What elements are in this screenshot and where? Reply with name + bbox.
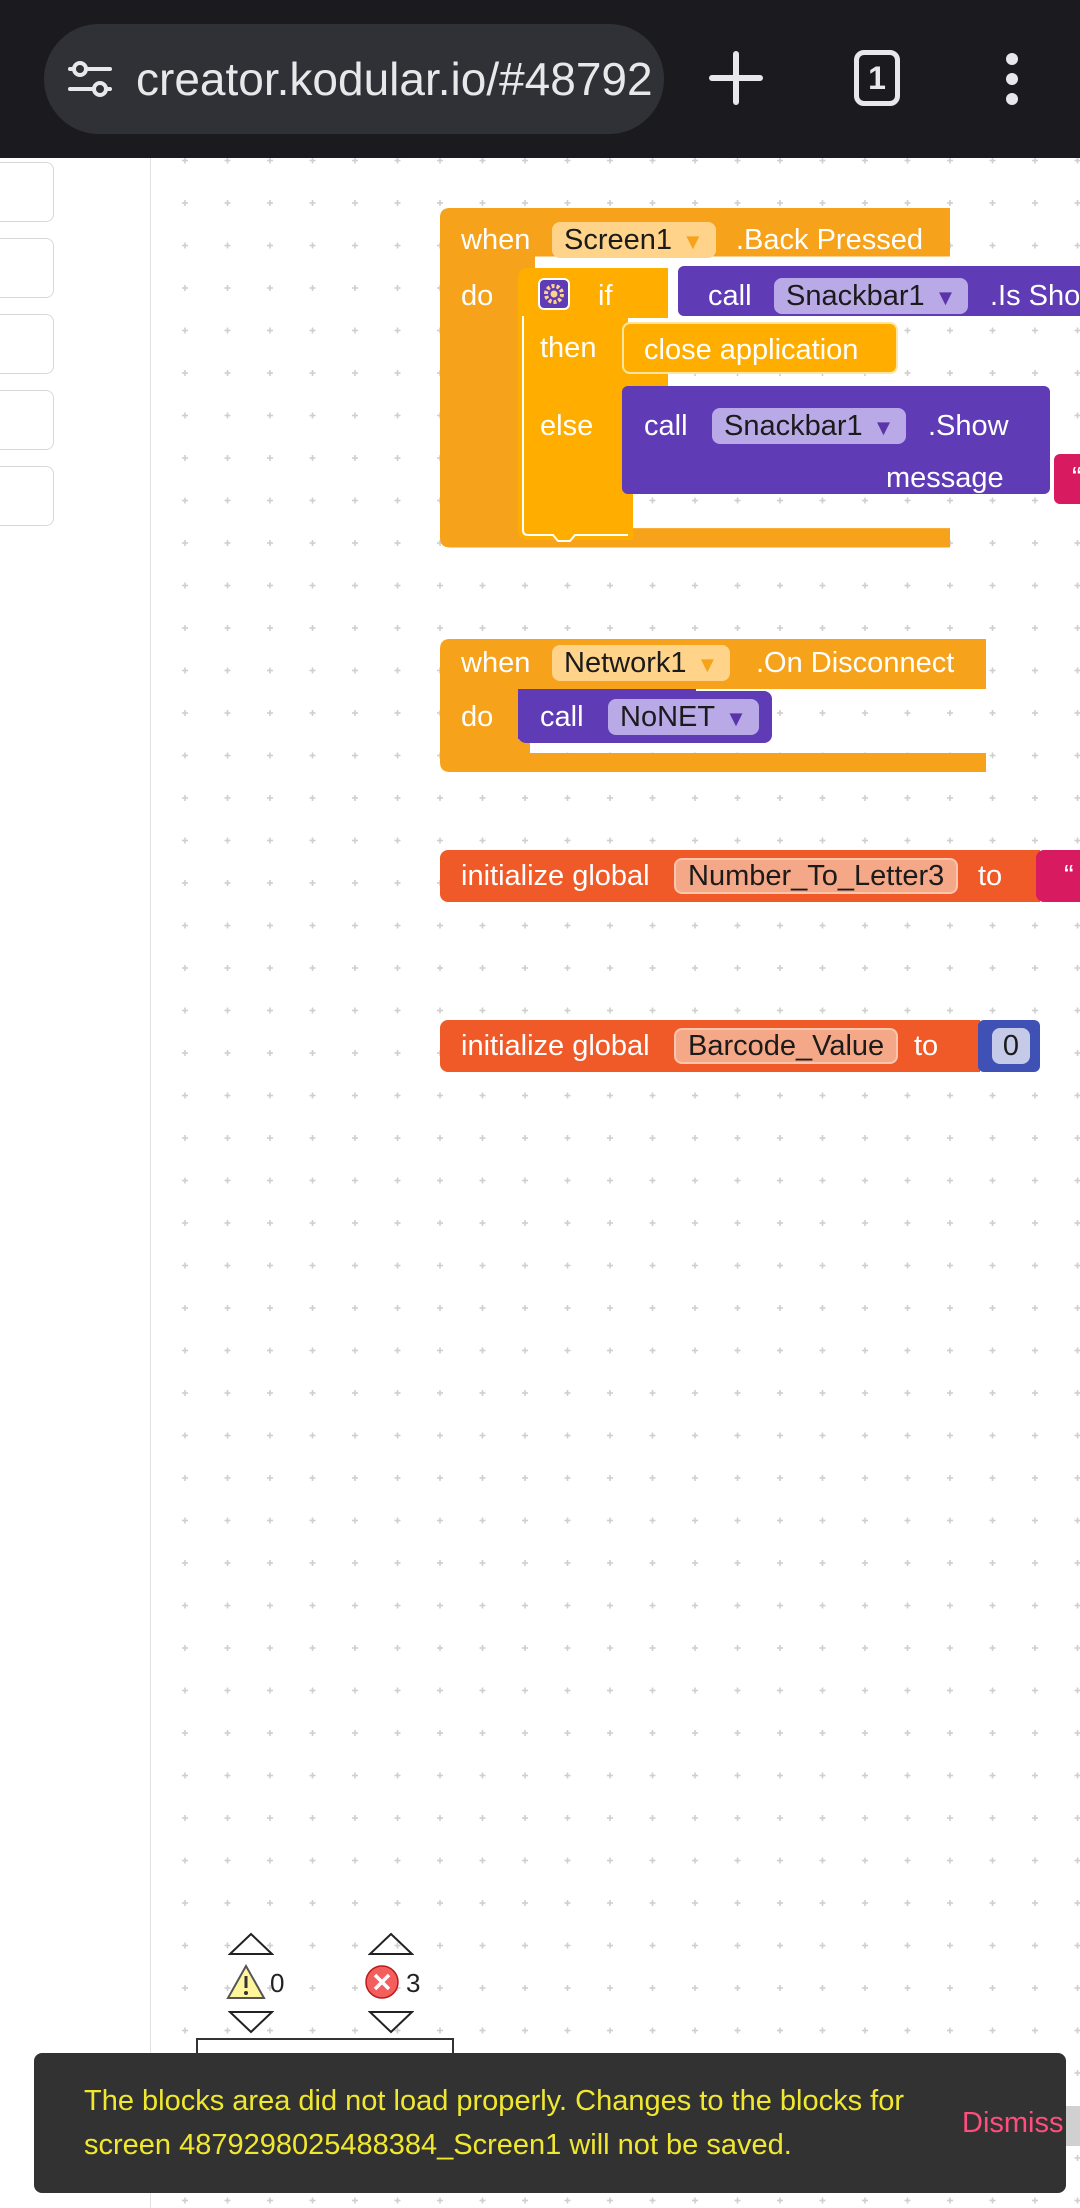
site-settings-icon[interactable] (68, 59, 112, 99)
string-quote: “ (1064, 860, 1074, 892)
palette-drawer-item[interactable] (0, 314, 54, 374)
to-label: to (914, 1030, 939, 1062)
component-dropdown-screen1[interactable]: Screen1 ▼ (552, 222, 716, 258)
errors-prev-arrow-icon[interactable] (368, 1932, 414, 1956)
message-param-label: message (886, 462, 1004, 494)
flyout-divider (150, 158, 151, 2208)
initialize-global-label: initialize global (461, 1030, 650, 1062)
blocks-workspace[interactable]: when Screen1 ▼ .Back Pressed do if call S… (0, 158, 1080, 2208)
initialize-global-label: initialize global (461, 860, 650, 892)
palette-drawer-item[interactable] (0, 238, 54, 298)
variable-name-field[interactable]: Barcode_Value (674, 1028, 899, 1064)
event-name: .On Disconnect (756, 647, 955, 679)
error-icon (365, 1965, 399, 1999)
dropdown-arrow-icon: ▼ (682, 229, 704, 254)
url-text: creator.kodular.io/#48792 (136, 53, 653, 105)
component-dropdown-snackbar1[interactable]: Snackbar1 ▼ (774, 278, 969, 314)
snackbar-message: The blocks area did not load properly. C… (84, 2085, 904, 2161)
plus-icon[interactable] (706, 48, 766, 108)
component-dropdown-snackbar1[interactable]: Snackbar1 ▼ (712, 408, 907, 444)
warnings-prev-arrow-icon[interactable] (228, 1932, 274, 1956)
number-value-field[interactable]: 0 (992, 1028, 1030, 1064)
when-label: when (461, 647, 531, 679)
errors-next-arrow-icon[interactable] (368, 2010, 414, 2034)
string-quote: “ (1072, 460, 1080, 496)
call-label: call (644, 410, 688, 442)
more-vert-icon[interactable] (994, 52, 1030, 106)
dismiss-button[interactable]: Dismiss (962, 2053, 1064, 2193)
procedure-dropdown-nonet[interactable]: NoNET ▼ (608, 699, 759, 735)
call-label: call (708, 280, 752, 312)
to-label: to (978, 860, 1003, 892)
dropdown-arrow-icon: ▼ (872, 415, 895, 440)
address-bar[interactable]: creator.kodular.io/#48792 (44, 24, 664, 134)
palette-drawer-item[interactable] (0, 162, 54, 222)
variable-name-field[interactable]: Number_To_Letter3 (674, 858, 959, 894)
then-label: then (540, 332, 597, 364)
tabs-icon[interactable]: 1 (854, 50, 900, 106)
when-label: when (461, 224, 531, 256)
component-name: Screen1 (564, 224, 673, 256)
method-name: .Show (928, 410, 1009, 442)
horizontal-scrollbar[interactable] (1066, 2106, 1080, 2146)
global-variable-block-barcode-value[interactable]: initialize global Barcode_Value to 0 (440, 1020, 1040, 1072)
palette-drawer-item[interactable] (0, 466, 54, 526)
do-label: do (461, 701, 494, 733)
error-snackbar: The blocks area did not load properly. C… (34, 2053, 1066, 2193)
component-dropdown-network1[interactable]: Network1 ▼ (552, 645, 731, 681)
dropdown-arrow-icon: ▼ (934, 285, 957, 310)
browser-toolbar: creator.kodular.io/#48792 1 (0, 0, 1080, 158)
warning-icon (226, 1964, 266, 1999)
global-variable-block-number-to-letter3[interactable]: initialize global Number_To_Letter3 to “ (440, 850, 1080, 902)
warning-count: 0 (270, 1968, 285, 1998)
palette-drawer-item[interactable] (0, 390, 54, 450)
else-label: else (540, 410, 594, 442)
gear-icon (544, 284, 564, 304)
component-name: Snackbar1 (786, 280, 925, 312)
if-label: if (598, 280, 613, 312)
mutator-gear-icon[interactable] (538, 278, 570, 310)
method-name: .Is Sho (990, 280, 1080, 312)
event-name: .Back Pressed (736, 224, 923, 256)
error-count: 3 (406, 1968, 421, 1998)
warnings-next-arrow-icon[interactable] (228, 2010, 274, 2034)
dropdown-arrow-icon: ▼ (696, 652, 719, 677)
do-label: do (461, 280, 494, 312)
procedure-name: NoNET (620, 701, 716, 733)
component-name: Network1 (564, 647, 687, 679)
call-label: call (540, 701, 584, 733)
dropdown-arrow-icon: ▼ (725, 706, 747, 731)
close-application-label: close application (644, 334, 859, 366)
component-name: Snackbar1 (724, 410, 863, 442)
